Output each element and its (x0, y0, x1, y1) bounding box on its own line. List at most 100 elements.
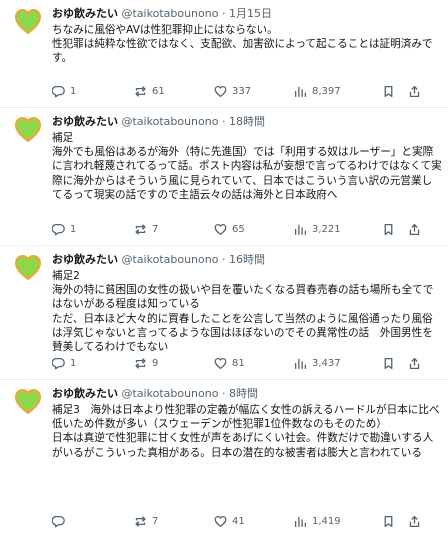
share-icon (409, 357, 420, 369)
tweet-text: 補足2 海外の特に貧困国の女性の扱いや目を覆いたくなる買春売春の話も場所も全てで… (52, 270, 434, 354)
tweet-actions: 1 61 337 8,397 (52, 82, 440, 100)
bookmark-button[interactable] (382, 357, 400, 370)
bookmark-button[interactable] (382, 223, 400, 236)
reply-button[interactable] (52, 515, 124, 528)
avatar[interactable] (14, 388, 42, 416)
like-button[interactable]: 41 (214, 515, 288, 528)
separator-dot: · (221, 115, 226, 128)
share-button[interactable] (408, 223, 426, 236)
reply-button[interactable]: 1 (52, 85, 124, 98)
views-button[interactable]: 1,419 (294, 515, 376, 528)
like-count: 337 (232, 85, 252, 97)
tweet-content: おゆ飲みたい @taikotabounono · 16時間 補足2 海外の特に貧… (52, 252, 442, 354)
tweet-actions: 7 41 1,419 (52, 512, 440, 530)
avatar[interactable] (14, 254, 42, 282)
tweet-text: ちなみに風俗やAVは性犯罪抑止にはならない。 性犯罪は純粋な性欲ではなく、支配欲… (52, 24, 433, 65)
share-button[interactable] (408, 515, 426, 528)
timestamp[interactable]: 8時間 (229, 387, 258, 400)
timeline: おゆ飲みたい @taikotabounono · 1月15日 ちなみに風俗やAV… (0, 0, 448, 540)
share-button[interactable] (408, 357, 426, 370)
tweet[interactable]: おゆ飲みたい @taikotabounono · 16時間 補足2 海外の特に貧… (0, 246, 448, 380)
bookmark-icon (384, 223, 393, 235)
timestamp[interactable]: 1月15日 (229, 7, 272, 20)
author-handle[interactable]: @taikotabounono (122, 387, 219, 400)
retweet-button[interactable]: 7 (134, 223, 204, 236)
reply-count: 1 (70, 223, 77, 235)
bookmark-button[interactable] (382, 85, 400, 98)
tweet-header: おゆ飲みたい @taikotabounono · 16時間 (52, 252, 442, 268)
reply-count: 1 (70, 357, 77, 369)
avatar[interactable] (14, 8, 42, 36)
author-name[interactable]: おゆ飲みたい (52, 115, 118, 128)
share-icon (409, 85, 420, 97)
tweet-text: 補足3 海外は日本より性犯罪の定義が幅広く女性の訴えるハードルが日本に比べ低いた… (52, 404, 440, 459)
bookmark-button[interactable] (382, 515, 400, 528)
heart-icon (214, 223, 227, 235)
author-handle[interactable]: @taikotabounono (122, 115, 219, 128)
heart-icon (214, 85, 227, 97)
bookmark-icon (384, 515, 393, 527)
like-count: 41 (232, 515, 245, 527)
timestamp[interactable]: 16時間 (229, 253, 265, 266)
reply-icon (52, 85, 65, 97)
share-button[interactable] (408, 85, 426, 98)
tweet[interactable]: おゆ飲みたい @taikotabounono · 8時間 補足3 海外は日本より… (0, 380, 448, 540)
share-icon (409, 223, 420, 235)
like-button[interactable]: 65 (214, 223, 288, 236)
views-button[interactable]: 8,397 (294, 85, 376, 98)
tweet[interactable]: おゆ飲みたい @taikotabounono · 18時間 補足 海外でも風俗は… (0, 108, 448, 246)
retweet-icon (135, 515, 146, 527)
green-heart-icon (14, 254, 42, 281)
tweet-content: おゆ飲みたい @taikotabounono · 8時間 補足3 海外は日本より… (52, 386, 442, 460)
reply-button[interactable]: 1 (52, 223, 124, 236)
author-name[interactable]: おゆ飲みたい (52, 253, 118, 266)
author-name[interactable]: おゆ飲みたい (52, 7, 118, 20)
retweet-count: 9 (152, 357, 159, 369)
reply-icon (52, 515, 65, 527)
tweet-header: おゆ飲みたい @taikotabounono · 8時間 (52, 386, 442, 402)
views-bar-chart-icon (294, 86, 307, 97)
bookmark-icon (384, 85, 393, 97)
green-heart-icon (14, 8, 42, 35)
share-icon (409, 515, 420, 527)
reply-count: 1 (70, 85, 77, 97)
retweet-count: 7 (152, 515, 159, 527)
bookmark-icon (384, 357, 393, 369)
green-heart-icon (14, 388, 42, 415)
timestamp[interactable]: 18時間 (229, 115, 265, 128)
separator-dot: · (221, 7, 226, 20)
avatar[interactable] (14, 116, 42, 144)
retweet-button[interactable]: 7 (134, 515, 204, 528)
tweet-text: 補足 海外でも風俗はあるが海外（特に先進国）では「利用する奴はルーザー」と実際に… (52, 132, 442, 201)
separator-dot: · (221, 253, 226, 266)
retweet-icon (135, 85, 146, 97)
heart-icon (214, 357, 227, 369)
retweet-button[interactable]: 61 (134, 85, 204, 98)
tweet[interactable]: おゆ飲みたい @taikotabounono · 1月15日 ちなみに風俗やAV… (0, 0, 448, 108)
like-button[interactable]: 81 (214, 357, 288, 370)
author-name[interactable]: おゆ飲みたい (52, 387, 118, 400)
separator-dot: · (221, 387, 226, 400)
tweet-header: おゆ飲みたい @taikotabounono · 18時間 (52, 114, 442, 130)
reply-icon (52, 357, 65, 369)
green-heart-icon (14, 116, 42, 143)
views-button[interactable]: 3,221 (294, 223, 376, 236)
author-handle[interactable]: @taikotabounono (122, 7, 219, 20)
tweet-actions: 1 9 81 3,437 (52, 354, 440, 372)
views-button[interactable]: 3,437 (294, 357, 376, 370)
like-count: 81 (232, 357, 245, 369)
author-handle[interactable]: @taikotabounono (122, 253, 219, 266)
views-count: 8,397 (312, 85, 341, 97)
views-bar-chart-icon (294, 516, 307, 527)
views-bar-chart-icon (294, 358, 307, 369)
reply-icon (52, 223, 65, 235)
views-count: 3,221 (312, 223, 341, 235)
views-count: 1,419 (312, 515, 341, 527)
tweet-content: おゆ飲みたい @taikotabounono · 18時間 補足 海外でも風俗は… (52, 114, 442, 202)
like-button[interactable]: 337 (214, 85, 288, 98)
like-count: 65 (232, 223, 245, 235)
reply-button[interactable]: 1 (52, 357, 124, 370)
retweet-button[interactable]: 9 (134, 357, 204, 370)
heart-icon (214, 515, 227, 527)
tweet-actions: 1 7 65 3,221 (52, 220, 440, 238)
